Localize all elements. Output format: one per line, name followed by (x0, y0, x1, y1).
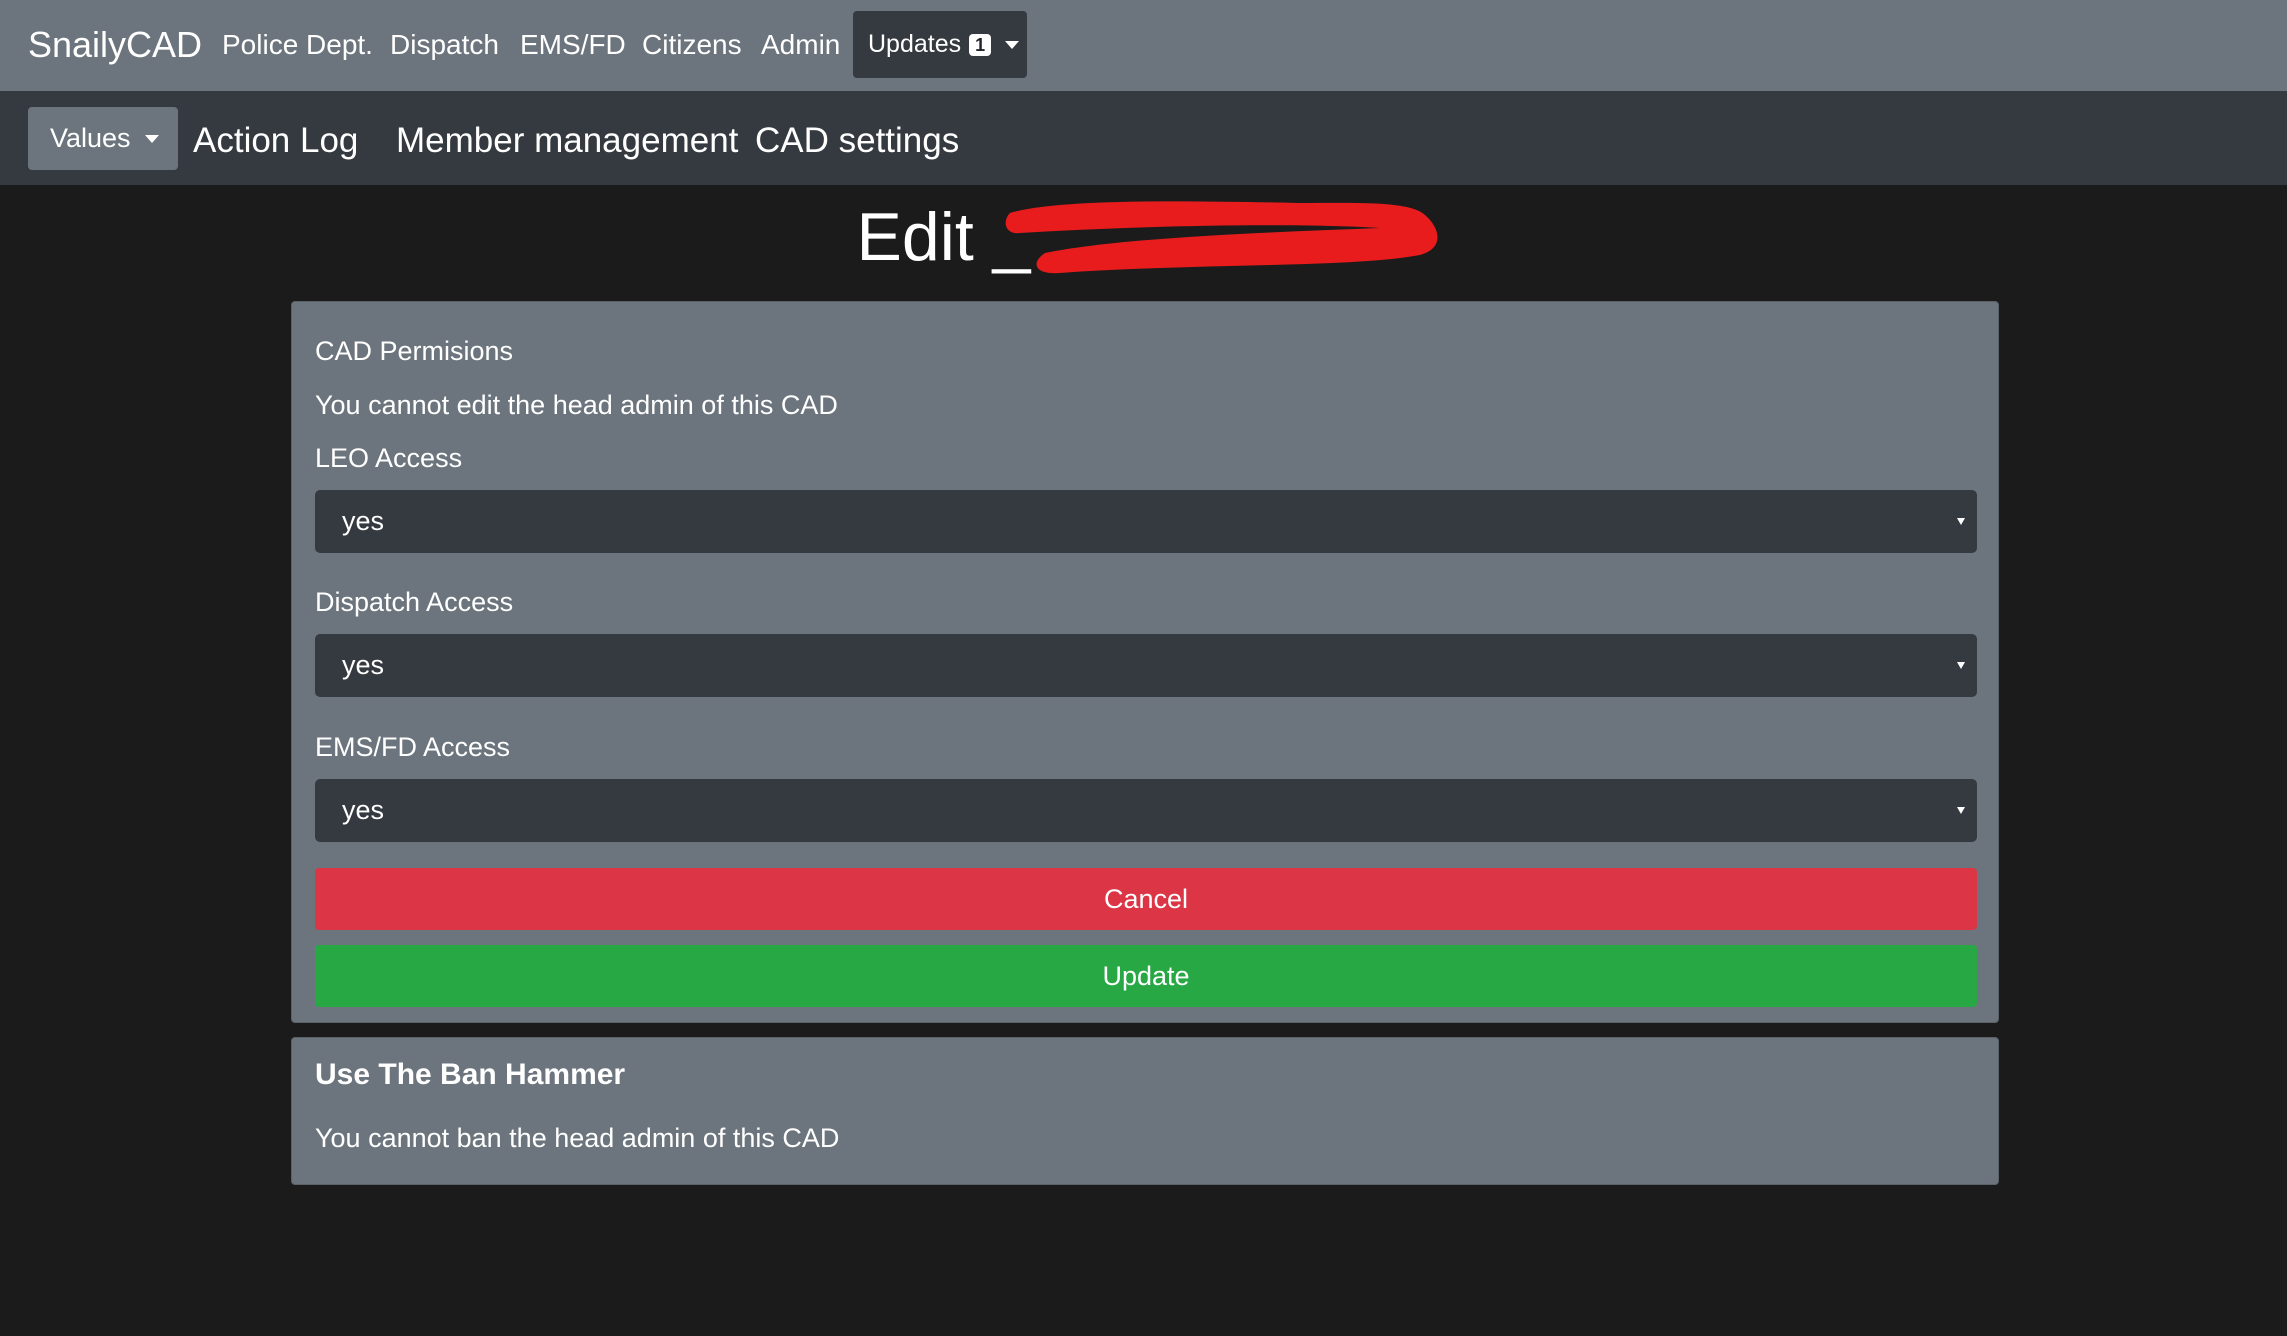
dispatch-access-value: yes (342, 650, 385, 680)
permissions-card: CAD Permisions You cannot edit the head … (291, 301, 1999, 1023)
subnav-member-management[interactable]: Member management (396, 118, 738, 164)
chevron-down-icon (1005, 40, 1020, 49)
nav-admin[interactable]: Admin (761, 26, 840, 64)
leo-access-select[interactable]: yes (315, 490, 1977, 553)
updates-count-badge: 1 (969, 33, 992, 56)
leo-access-value: yes (342, 506, 385, 536)
leo-access-label: LEO Access (315, 443, 463, 473)
nav-citizens[interactable]: Citizens (642, 26, 742, 64)
chevron-down-icon (1957, 518, 1965, 525)
dispatch-access-label: Dispatch Access (315, 587, 514, 617)
subnav-cad-settings[interactable]: CAD settings (755, 118, 959, 164)
ems-fd-access-value: yes (342, 795, 385, 825)
dispatch-access-select[interactable]: yes (315, 634, 1977, 697)
nav-dispatch[interactable]: Dispatch (390, 26, 499, 64)
values-label: Values (50, 123, 131, 153)
subnav-action-log[interactable]: Action Log (193, 118, 358, 164)
nav-ems-fd[interactable]: EMS/FD (520, 26, 626, 64)
ban-card: Use The Ban Hammer You cannot ban the he… (291, 1037, 1999, 1185)
admin-subnav: Values Action Log Member management CAD … (0, 91, 2287, 185)
redaction-scribble (1005, 201, 1438, 274)
ems-fd-access-label: EMS/FD Access (315, 732, 511, 762)
top-navbar: SnailyCAD Police Dept. Dispatch EMS/FD C… (0, 0, 2287, 91)
permissions-heading: CAD Permisions (315, 336, 514, 366)
ban-notice: You cannot ban the head admin of this CA… (315, 1123, 840, 1153)
updates-dropdown-button[interactable]: Updates 1 (853, 11, 1027, 78)
chevron-down-icon (144, 134, 159, 143)
ems-fd-access-select[interactable]: yes (315, 779, 1977, 842)
cancel-button[interactable]: Cancel (315, 868, 1977, 930)
update-button[interactable]: Update (315, 945, 1977, 1007)
chevron-down-icon (1957, 807, 1965, 814)
brand-logo-link[interactable]: SnailyCAD (28, 22, 202, 68)
updates-label: Updates (868, 30, 962, 58)
permissions-notice: You cannot edit the head admin of this C… (315, 390, 838, 420)
values-dropdown-button[interactable]: Values (28, 107, 178, 170)
nav-police-dept[interactable]: Police Dept. (222, 26, 373, 64)
ban-heading: Use The Ban Hammer (315, 1058, 626, 1091)
chevron-down-icon (1957, 662, 1965, 669)
